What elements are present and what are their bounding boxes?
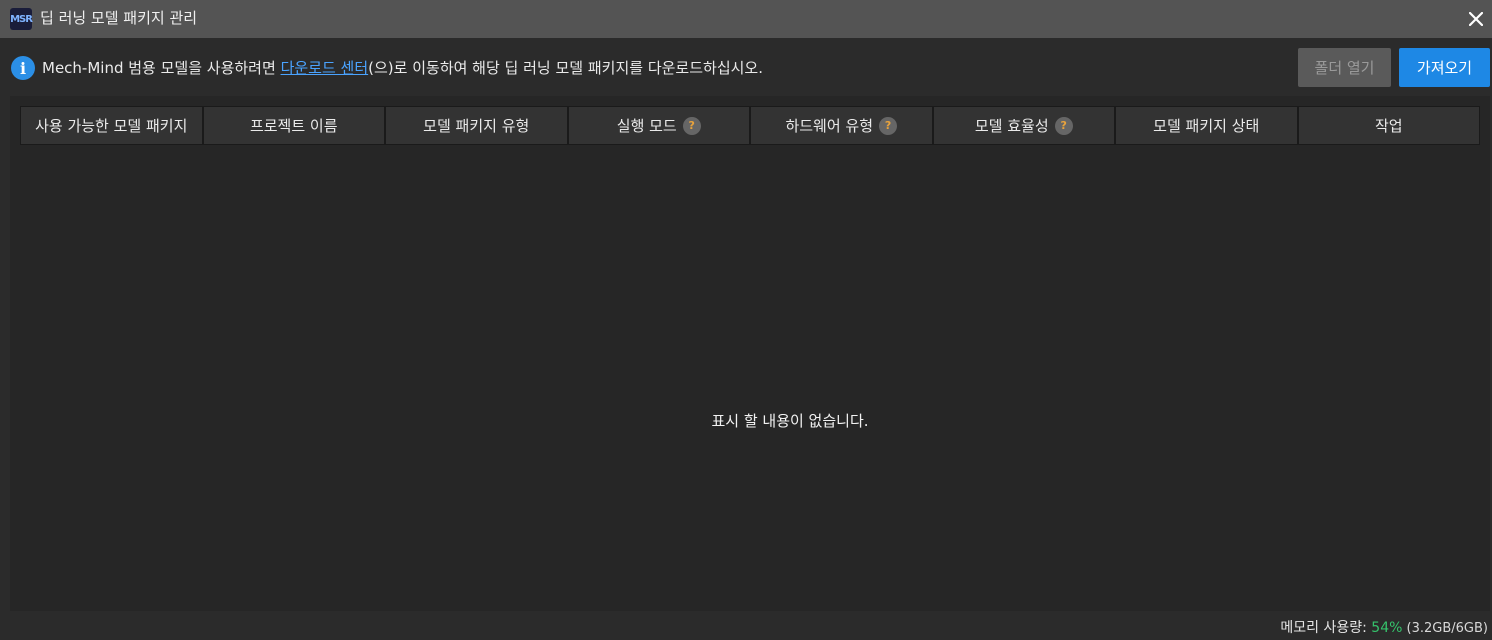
column-package-status[interactable]: 모델 패키지 상태 [1115, 106, 1298, 145]
info-text-before: Mech-Mind 범용 모델을 사용하려면 [42, 59, 281, 77]
column-model-efficiency[interactable]: 모델 효율성 ? [932, 106, 1115, 145]
info-bar: i Mech-Mind 범용 모델을 사용하려면 다운로드 센터(으)로 이동하… [0, 38, 1492, 96]
column-project-name[interactable]: 프로젝트 이름 [202, 106, 385, 145]
info-message: Mech-Mind 범용 모델을 사용하려면 다운로드 센터(으)로 이동하여 … [42, 58, 763, 78]
info-text-after: (으)로 이동하여 해당 딥 러닝 모델 패키지를 다운로드하십시오. [368, 59, 763, 77]
column-actions[interactable]: 작업 [1297, 106, 1480, 145]
window-title: 딥 러닝 모델 패키지 관리 [40, 9, 198, 27]
column-label: 프로젝트 이름 [249, 117, 338, 135]
table-header: 사용 가능한 모델 패키지 프로젝트 이름 모델 패키지 유형 실행 모드 ? … [20, 106, 1480, 145]
title-bar: MSR 딥 러닝 모델 패키지 관리 [0, 0, 1492, 38]
column-available-packages[interactable]: 사용 가능한 모델 패키지 [20, 106, 203, 145]
column-label: 실행 모드 [616, 117, 677, 135]
empty-message: 표시 할 내용이 없습니다. [711, 412, 869, 430]
column-label: 하드웨어 유형 [785, 117, 874, 135]
help-icon[interactable]: ? [682, 116, 701, 135]
column-label: 사용 가능한 모델 패키지 [35, 117, 188, 135]
close-icon [1469, 12, 1483, 26]
status-bar: 메모리 사용량: 54% (3.2GB/6GB) [1280, 617, 1488, 637]
memory-label: 메모리 사용량: [1280, 620, 1372, 636]
column-label: 작업 [1374, 117, 1403, 135]
open-folder-button[interactable]: 폴더 열기 [1298, 48, 1391, 87]
close-button[interactable] [1464, 7, 1488, 31]
help-icon[interactable]: ? [1054, 116, 1073, 135]
model-package-panel: 사용 가능한 모델 패키지 프로젝트 이름 모델 패키지 유형 실행 모드 ? … [10, 96, 1490, 611]
memory-detail: (3.2GB/6GB) [1402, 621, 1488, 636]
column-label: 모델 패키지 유형 [423, 117, 530, 135]
column-package-type[interactable]: 모델 패키지 유형 [385, 106, 568, 145]
memory-percent: 54% [1371, 620, 1403, 636]
download-center-link[interactable]: 다운로드 센터 [281, 59, 369, 77]
column-label: 모델 효율성 [974, 117, 1049, 135]
app-logo: MSR [10, 8, 33, 30]
column-run-mode[interactable]: 실행 모드 ? [567, 106, 750, 145]
column-hardware-type[interactable]: 하드웨어 유형 ? [750, 106, 933, 145]
help-icon[interactable]: ? [879, 116, 898, 135]
info-icon: i [11, 56, 35, 80]
import-button[interactable]: 가져오기 [1399, 48, 1490, 87]
column-label: 모델 패키지 상태 [1153, 117, 1260, 135]
